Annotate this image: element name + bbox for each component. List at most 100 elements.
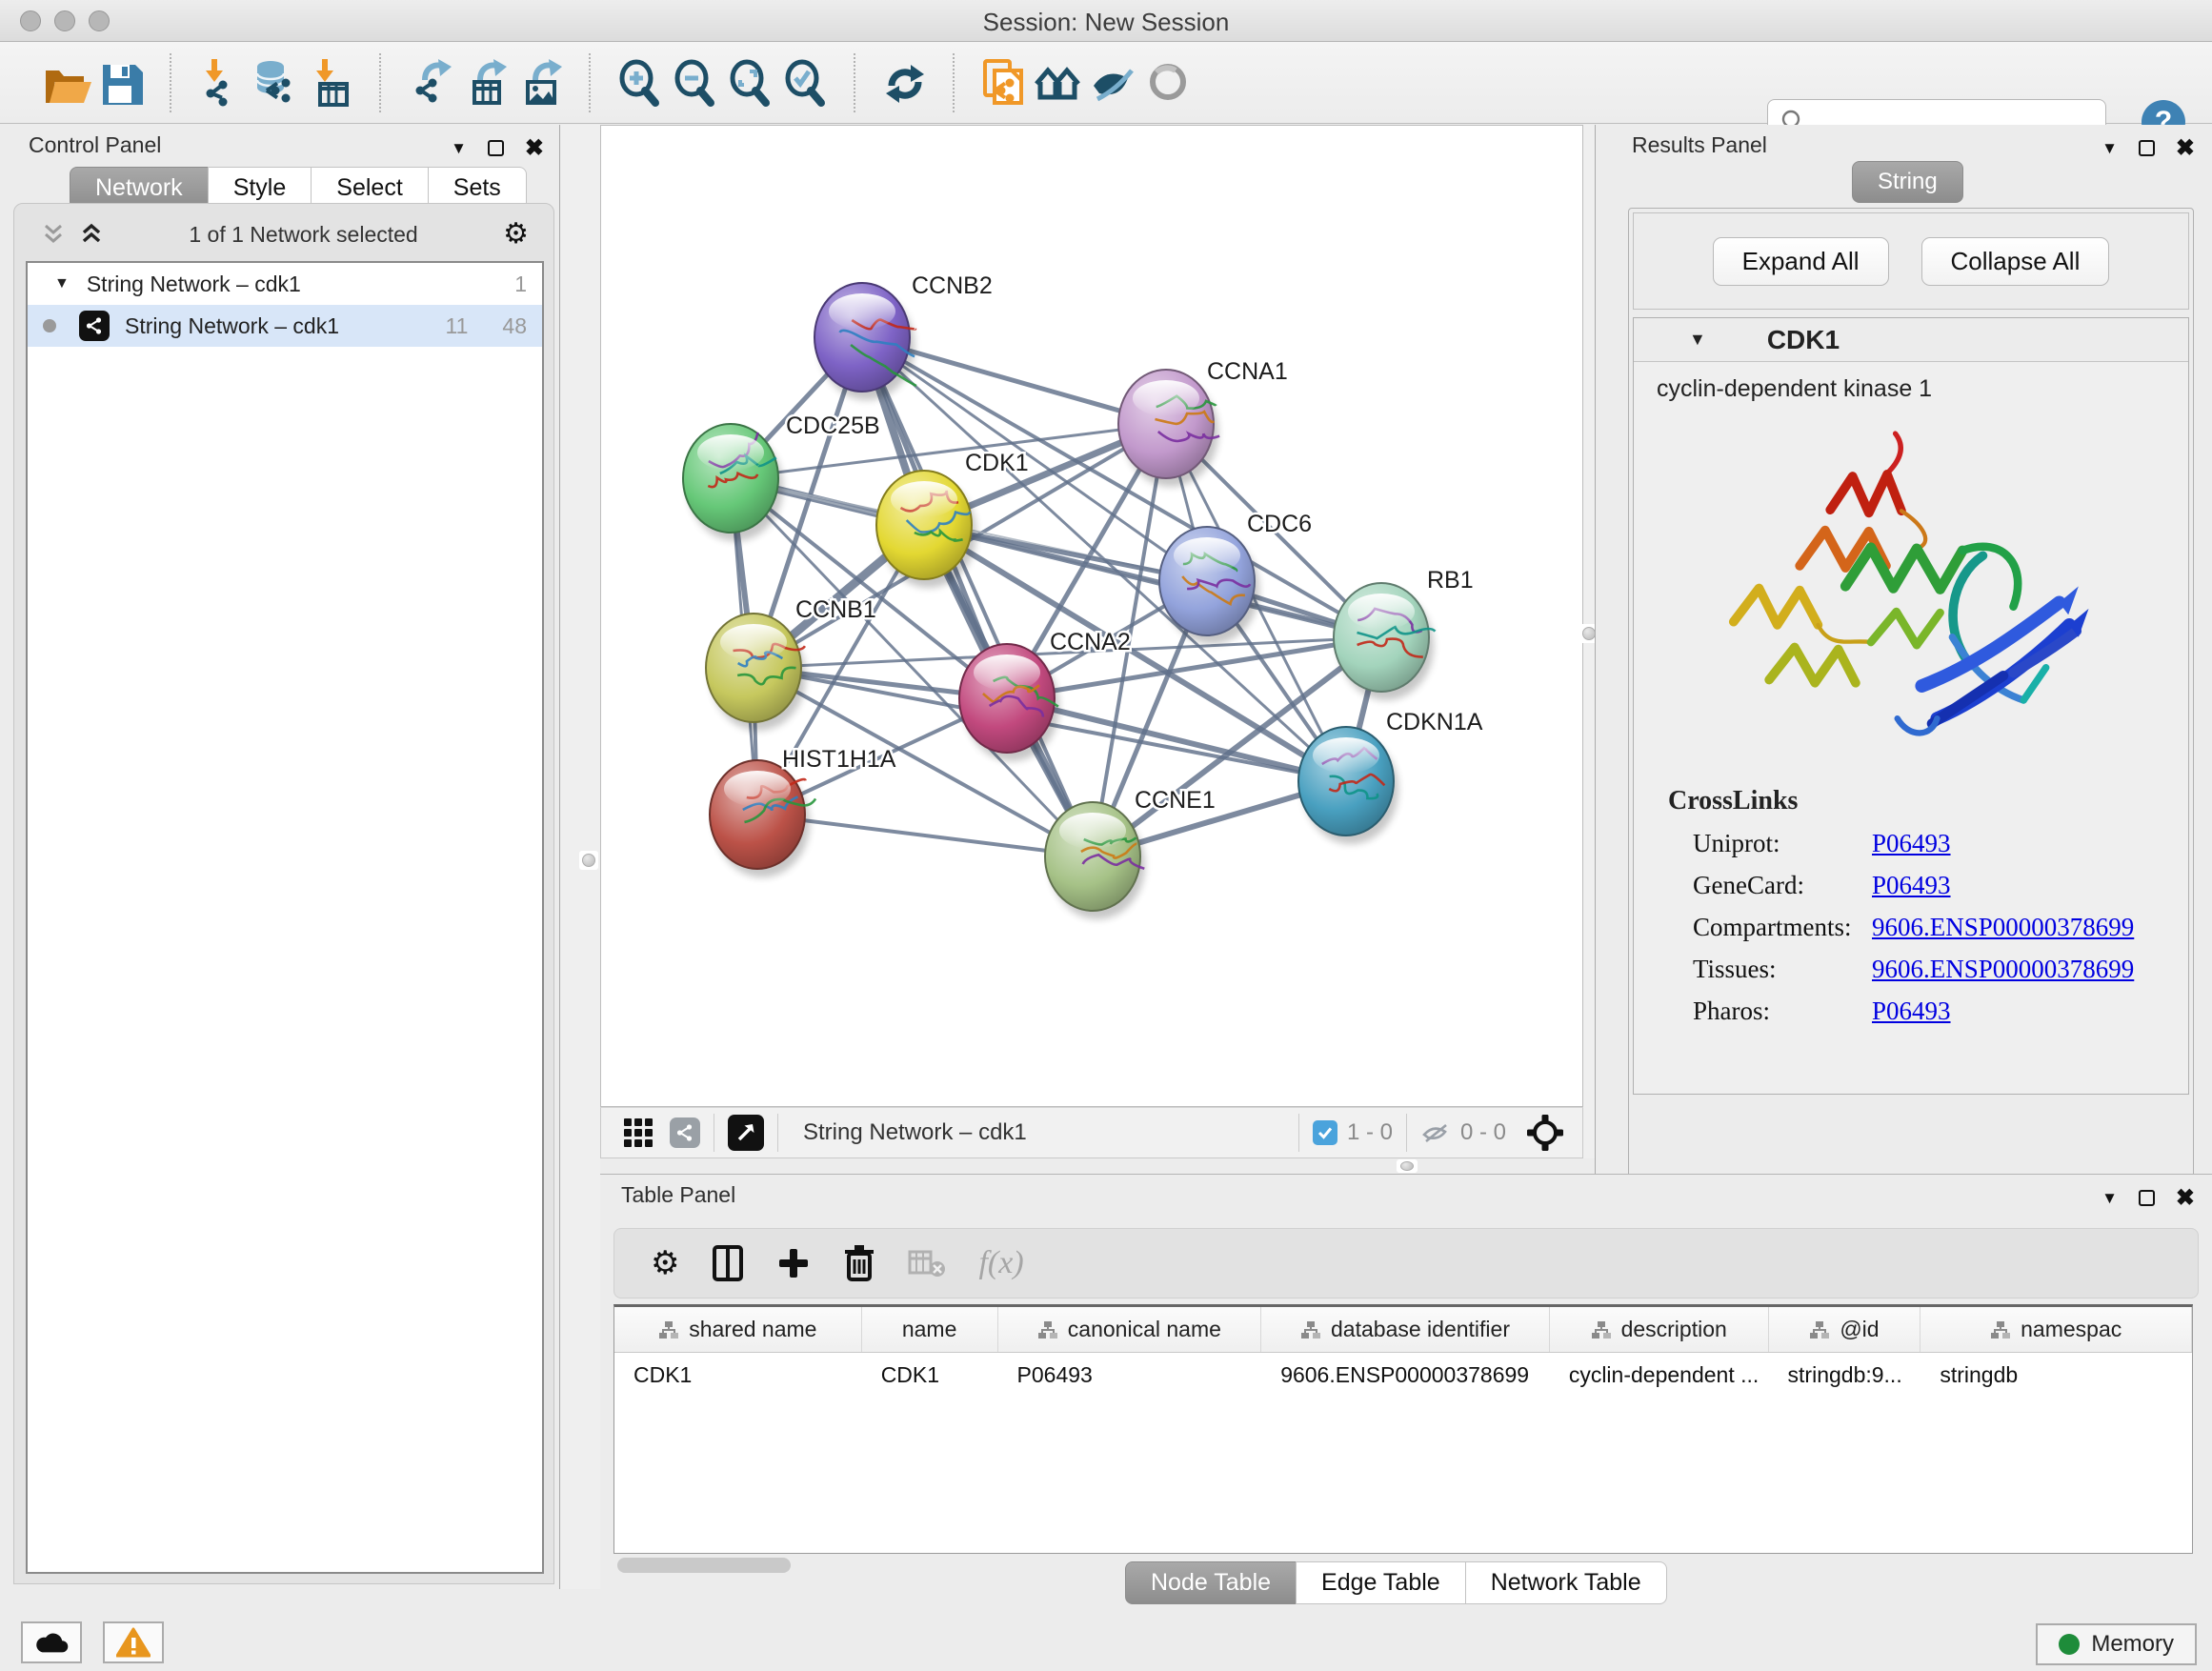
network-node-CCNE1[interactable] xyxy=(1045,802,1145,919)
right-splitter[interactable] xyxy=(1583,125,1595,1174)
table-cell[interactable]: CDK1 xyxy=(862,1353,998,1397)
network-node-CDKN1A[interactable] xyxy=(1298,727,1398,844)
network-edge-CCNB2-CCNE1[interactable] xyxy=(862,337,1093,856)
network-node-HIST1H1A[interactable] xyxy=(710,760,815,877)
export-table-icon[interactable] xyxy=(457,54,513,111)
gene-section-header[interactable]: ▼ CDK1 xyxy=(1634,318,2188,362)
network-node-CDK1[interactable] xyxy=(876,471,976,588)
network-node-CDC6[interactable] xyxy=(1159,527,1259,644)
results-panel-float-icon[interactable] xyxy=(2139,140,2155,156)
import-table-icon[interactable] xyxy=(303,54,358,111)
node-label-CCNA1: CCNA1 xyxy=(1207,358,1288,385)
node-label-CCNE1: CCNE1 xyxy=(1135,787,1216,814)
crosslink-link[interactable]: 9606.ENSP00000378699 xyxy=(1872,955,2134,984)
column-header-name[interactable]: name xyxy=(862,1307,998,1352)
table-hscrollbar-thumb[interactable] xyxy=(617,1558,791,1573)
section-collapse-icon[interactable]: ▼ xyxy=(1689,330,1706,350)
crosslink-link[interactable]: P06493 xyxy=(1872,997,1951,1026)
table-gear-icon[interactable]: ⚙ xyxy=(651,1247,679,1279)
horizontal-splitter-handle[interactable] xyxy=(1397,1159,1418,1173)
column-header-description[interactable]: description xyxy=(1550,1307,1769,1352)
table-panel-menu-icon[interactable]: ▼ xyxy=(2101,1189,2118,1208)
show-panels-icon[interactable] xyxy=(1141,54,1196,111)
grid-view-icon[interactable] xyxy=(622,1117,654,1149)
zoom-selected-icon[interactable] xyxy=(777,54,833,111)
zoom-in-icon[interactable] xyxy=(612,54,667,111)
network-node-CCNA1[interactable] xyxy=(1118,370,1219,487)
duplicate-view-icon[interactable] xyxy=(975,54,1031,111)
network-edge-count: 48 xyxy=(502,313,527,339)
table-cell[interactable]: CDK1 xyxy=(614,1353,862,1397)
network-node-CCNB2[interactable] xyxy=(814,283,916,400)
tab-edge-table[interactable]: Edge Table xyxy=(1296,1561,1466,1604)
warnings-button[interactable] xyxy=(103,1621,164,1663)
zoom-fit-icon[interactable] xyxy=(722,54,777,111)
memory-button[interactable]: Memory xyxy=(2036,1623,2197,1665)
node-label-CDK1: CDK1 xyxy=(965,450,1029,476)
column-header-database-identifier[interactable]: database identifier xyxy=(1261,1307,1550,1352)
node-label-RB1: RB1 xyxy=(1427,567,1474,594)
home-layout-icon[interactable] xyxy=(1031,54,1086,111)
gear-icon[interactable]: ⚙ xyxy=(503,220,529,249)
network-view-canvas[interactable]: CCNB2 CCNA1 CDC25B CDK1 CDC6 RB1 CCNB1 C… xyxy=(600,125,1583,1107)
delete-column-icon[interactable] xyxy=(843,1244,875,1282)
column-header-canonical-name[interactable]: canonical name xyxy=(998,1307,1262,1352)
fit-selected-crosshair-icon[interactable] xyxy=(1525,1113,1565,1153)
network-tree: ▼ String Network – cdk1 1 String Network… xyxy=(26,261,544,1574)
crosslink-link[interactable]: P06493 xyxy=(1872,829,1951,858)
table-tabs: Node TableEdge TableNetwork Table xyxy=(1126,1561,1667,1604)
hidden-eye-icon[interactable] xyxy=(1420,1119,1451,1146)
network-node-CCNA2[interactable] xyxy=(959,644,1059,761)
control-panel-close-icon[interactable]: ✖ xyxy=(525,134,544,162)
column-header-@id[interactable]: @id xyxy=(1769,1307,1921,1352)
expand-all-button[interactable]: Expand All xyxy=(1713,237,1889,286)
tree-expand-icon[interactable]: ▼ xyxy=(54,275,70,292)
results-panel-close-icon[interactable]: ✖ xyxy=(2176,134,2195,162)
tab-string[interactable]: String xyxy=(1852,161,1963,203)
network-tree-root-row[interactable]: ▼ String Network – cdk1 1 xyxy=(28,263,542,305)
export-image-icon[interactable] xyxy=(513,54,568,111)
control-panel-menu-icon[interactable]: ▼ xyxy=(451,139,467,158)
collapse-all-icon[interactable] xyxy=(41,222,66,247)
open-session-icon[interactable] xyxy=(38,54,93,111)
columns-icon[interactable] xyxy=(712,1244,744,1282)
collapse-all-button[interactable]: Collapse All xyxy=(1921,237,2110,286)
toolbar-separator xyxy=(170,53,171,112)
network-share-view-icon[interactable] xyxy=(670,1117,700,1148)
crosslink-label: Tissues: xyxy=(1693,955,1872,984)
birds-eye-view-icon[interactable] xyxy=(728,1115,764,1151)
table-panel-float-icon[interactable] xyxy=(2139,1190,2155,1206)
zoom-out-icon[interactable] xyxy=(667,54,722,111)
hide-panels-icon[interactable] xyxy=(1086,54,1141,111)
tab-node-table[interactable]: Node Table xyxy=(1125,1561,1297,1604)
column-header-namespac[interactable]: namespac xyxy=(1920,1307,2192,1352)
crosslink-link[interactable]: P06493 xyxy=(1872,871,1951,900)
window-titlebar: Session: New Session xyxy=(0,0,2212,42)
expand-all-icon[interactable] xyxy=(79,222,104,247)
import-network-icon[interactable] xyxy=(192,54,248,111)
network-list-container: 1 of 1 Network selected ⚙ ▼ String Netwo… xyxy=(13,203,554,1584)
cloud-button[interactable] xyxy=(21,1621,82,1663)
results-panel-menu-icon[interactable]: ▼ xyxy=(2101,139,2118,158)
table-cell[interactable]: P06493 xyxy=(998,1353,1262,1397)
save-session-icon[interactable] xyxy=(93,54,149,111)
add-column-icon[interactable] xyxy=(776,1246,811,1280)
column-header-shared-name[interactable]: shared name xyxy=(614,1307,862,1352)
network-node-RB1[interactable] xyxy=(1334,583,1436,700)
refresh-network-icon[interactable] xyxy=(876,54,932,111)
table-cell[interactable]: 9606.ENSP00000378699 xyxy=(1261,1353,1550,1397)
import-database-icon[interactable] xyxy=(248,54,303,111)
selected-checkbox-icon[interactable] xyxy=(1313,1120,1337,1145)
table-cell[interactable]: stringdb xyxy=(1920,1353,2192,1397)
crosslink-link[interactable]: 9606.ENSP00000378699 xyxy=(1872,913,2134,942)
table-row[interactable]: CDK1CDK1P064939606.ENSP00000378699cyclin… xyxy=(614,1353,2192,1397)
table-cell[interactable]: cyclin-dependent ... xyxy=(1550,1353,1769,1397)
export-network-icon[interactable] xyxy=(402,54,457,111)
control-panel-float-icon[interactable] xyxy=(488,140,504,156)
network-tree-item-row[interactable]: String Network – cdk1 11 48 xyxy=(28,305,542,347)
left-splitter-handle[interactable] xyxy=(579,851,598,870)
table-cell[interactable]: stringdb:9... xyxy=(1769,1353,1921,1397)
table-panel-close-icon[interactable]: ✖ xyxy=(2176,1184,2195,1212)
tab-network-table[interactable]: Network Table xyxy=(1465,1561,1667,1604)
gene-section: ▼ CDK1 cyclin-dependent kinase 1 xyxy=(1633,317,2189,1095)
